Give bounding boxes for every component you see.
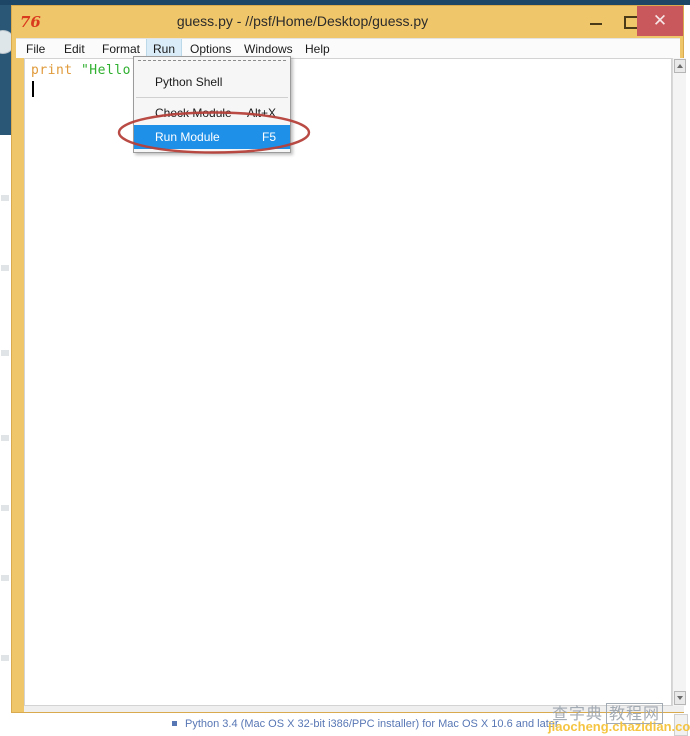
close-icon: ✕ <box>652 11 668 30</box>
run-dropdown-menu: Python Shell Check Module Alt+X Run Modu… <box>133 56 291 153</box>
menu-bar: File Edit Format Run Options Windows Hel… <box>16 38 680 59</box>
menu-item-file[interactable]: File <box>20 39 51 59</box>
background-page-text: Python 3.4 (Mac OS X 32-bit i386/PPC ins… <box>0 718 690 734</box>
editor-vertical-scrollbar[interactable] <box>672 58 686 706</box>
menu-option-python-shell[interactable]: Python Shell <box>134 70 290 94</box>
close-button[interactable]: ✕ <box>637 6 683 36</box>
code-line: print "Hello" <box>31 63 139 78</box>
title-bar: 76 guess.py - //psf/Home/Desktop/guess.p… <box>12 6 683 38</box>
chevron-down-icon <box>677 696 683 700</box>
background-left-mark <box>1 195 9 201</box>
status-strip <box>24 706 684 712</box>
background-left-mark <box>1 265 9 271</box>
menu-separator <box>136 97 288 98</box>
menu-option-check-module[interactable]: Check Module Alt+X <box>134 101 290 125</box>
background-left-mark <box>1 350 9 356</box>
background-left-mark <box>1 575 9 581</box>
menu-item-edit[interactable]: Edit <box>58 39 91 59</box>
menu-option-python-shell-label: Python Shell <box>155 75 223 89</box>
scroll-down-arrow-button[interactable] <box>674 691 686 705</box>
scroll-up-arrow-button[interactable] <box>674 59 686 73</box>
background-page-text-label: Python 3.4 (Mac OS X 32-bit i386/PPC ins… <box>185 718 559 730</box>
background-left-mark <box>1 655 9 661</box>
menu-item-help[interactable]: Help <box>299 39 336 59</box>
background-left-mark <box>1 435 9 441</box>
code-token-keyword: print <box>31 63 73 78</box>
menu-tearoff-handle[interactable] <box>138 60 286 68</box>
background-left-column <box>0 135 11 715</box>
background-bullet-icon <box>172 720 177 726</box>
minimize-button[interactable] <box>579 6 613 36</box>
menu-option-run-module-accelerator: F5 <box>261 130 276 144</box>
chevron-up-icon <box>677 64 683 68</box>
code-token-string: "Hello" <box>80 63 140 78</box>
menu-option-run-module[interactable]: Run Module F5 <box>134 125 290 149</box>
menu-option-check-module-accelerator: Alt+X <box>246 106 276 120</box>
background-scrollbar[interactable] <box>674 714 688 736</box>
menu-option-run-module-label: Run Module <box>155 130 220 144</box>
text-caret <box>32 81 34 97</box>
menu-option-check-module-label: Check Module <box>155 106 232 120</box>
idle-editor-window: 76 guess.py - //psf/Home/Desktop/guess.p… <box>11 5 686 713</box>
background-left-mark <box>1 505 9 511</box>
background-left-strip <box>0 5 11 135</box>
minimize-icon <box>590 23 602 25</box>
code-editor-area[interactable]: print "Hello" <box>24 58 672 706</box>
